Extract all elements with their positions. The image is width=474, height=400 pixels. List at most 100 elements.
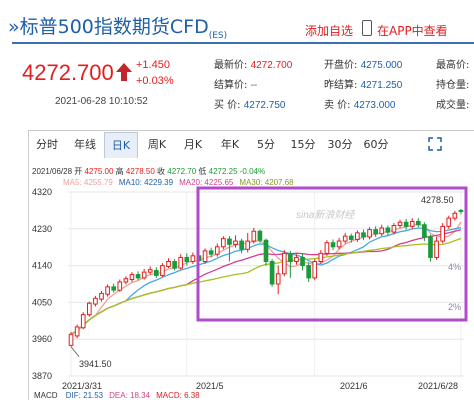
macd-legend-item: MACD <box>34 391 60 400</box>
candle-body <box>330 242 336 248</box>
min-price-label: 3941.50 <box>79 359 112 369</box>
watermark: sina新浪财经 <box>296 209 355 221</box>
candle-body <box>415 220 421 226</box>
candle-body <box>160 265 165 276</box>
candle-body <box>434 240 439 258</box>
pct-tick-label: 2% <box>448 302 461 312</box>
candle-body <box>391 225 397 233</box>
tab-2[interactable]: 日K <box>104 132 138 158</box>
quote-field-label: 成交量: <box>436 100 470 111</box>
candle-info: 2021/06/28 开 4275.00 高 4278.50 收 4272.70… <box>32 166 265 177</box>
y-tick-label: 4320 <box>32 187 52 197</box>
candle-body <box>355 232 360 240</box>
y-tick-label: 4230 <box>32 224 52 234</box>
y-tick-label: 4050 <box>32 297 52 307</box>
candle-info-part: 高 <box>115 167 126 176</box>
candle-info-part: 收 <box>157 167 168 176</box>
candle-body <box>214 246 220 255</box>
tab-0[interactable]: 分时 <box>28 132 66 158</box>
candle-body <box>147 269 153 273</box>
quote-field: 成交量: <box>436 96 469 111</box>
tab-7[interactable]: 15分 <box>284 132 322 158</box>
tab-6[interactable]: 5分 <box>248 132 284 158</box>
candle-body <box>312 261 318 279</box>
quote-field: 买 价: 4272.750 <box>214 96 285 111</box>
candle-body <box>172 261 177 269</box>
candle-body <box>74 326 80 337</box>
quote-field: 持仓量: <box>436 76 469 91</box>
quote-field-value: -- <box>250 80 258 91</box>
add-watchlist-link[interactable]: 添加自选 <box>305 22 353 39</box>
fullscreen-icon[interactable] <box>428 137 442 151</box>
quote-field: 最新价: 4272.700 <box>214 56 292 71</box>
candle-body <box>117 281 123 291</box>
candle-body <box>208 250 214 255</box>
candle-body <box>154 270 159 276</box>
candle-body <box>111 286 117 291</box>
candle-body <box>458 209 464 212</box>
candle-info-part: 低 <box>198 167 209 176</box>
x-tick-label: 2021/3/31 <box>62 381 102 391</box>
quote-datetime: 2021-06-28 10:10:52 <box>55 96 148 107</box>
candle-body <box>446 217 452 227</box>
candle-info-part: 4278.50 <box>125 167 158 176</box>
min-label-pointer <box>70 346 80 358</box>
y-tick-label: 3870 <box>32 371 52 381</box>
candle-body <box>275 273 281 285</box>
tab-3[interactable]: 周K <box>140 132 174 158</box>
open-in-app-link[interactable]: 在APP中查看 <box>377 22 448 39</box>
candle-body <box>99 292 104 300</box>
quote-field-value: 4272.750 <box>243 100 286 111</box>
quote-field: 结算价: -- <box>214 76 257 91</box>
candle-info-part: 2021/06/28 <box>32 167 75 176</box>
candle-body <box>440 225 446 242</box>
candle-body <box>300 256 305 267</box>
candle-body <box>184 256 190 263</box>
tab-1[interactable]: 年线 <box>66 132 104 158</box>
candle-body <box>166 261 171 267</box>
quote-field-label: 买 价: <box>214 100 244 111</box>
candle-body <box>397 221 403 227</box>
candle-body <box>93 297 98 305</box>
candle-body <box>367 229 372 238</box>
phone-icon <box>362 20 372 36</box>
pct-tick-label: 4% <box>448 262 461 272</box>
quote-field-value: 4275.000 <box>360 60 403 71</box>
tab-9[interactable]: 60分 <box>358 132 394 158</box>
title-divider <box>12 42 474 44</box>
candle-body <box>257 230 263 241</box>
candlestick-chart[interactable]: 4320 4230 4140 4050 3960 3870 sina新浪财经 4% 2% 4278… <box>28 186 474 392</box>
quote-field-label: 持仓量: <box>436 80 470 91</box>
macd-legend: MACD DIF: 21.53 DEA: 18.34 MACD: 6.38 <box>34 391 206 400</box>
candle-body <box>233 240 238 245</box>
candle-body <box>221 238 226 248</box>
macd-legend-item: DIF: 21.53 <box>65 391 104 400</box>
candle-body <box>361 232 366 238</box>
candle-body <box>422 224 427 238</box>
candle-body <box>141 271 147 279</box>
x-tick-label: 2021/6 <box>340 381 368 391</box>
candle-body <box>348 235 354 240</box>
y-tick-label: 3960 <box>32 334 52 344</box>
candle-info-part: -0.04% <box>239 167 266 176</box>
candle-body <box>251 230 257 242</box>
candle-body <box>281 252 287 275</box>
quote-field-value: 4271.250 <box>360 80 403 91</box>
candle-body <box>324 242 330 254</box>
candle-body <box>452 212 458 219</box>
change-value: +1.450 <box>136 59 170 71</box>
quote-field: 卖 价: 4273.000 <box>324 96 395 111</box>
candle-body <box>269 261 275 285</box>
candle-body <box>428 236 433 258</box>
x-tick-label: 2021/6/28 <box>418 381 458 391</box>
candle-info-part: 4275.00 <box>84 167 116 176</box>
candle-body <box>86 302 92 316</box>
tab-4[interactable]: 月K <box>174 132 212 158</box>
tab-8[interactable]: 30分 <box>322 132 358 158</box>
quote-field: 最高价: <box>436 56 469 71</box>
candle-body <box>178 256 184 269</box>
candle-body <box>202 250 208 263</box>
quote-field: 开盘价: 4275.000 <box>324 56 402 71</box>
tab-5[interactable]: 年K <box>212 132 248 158</box>
candle-body <box>306 265 311 279</box>
